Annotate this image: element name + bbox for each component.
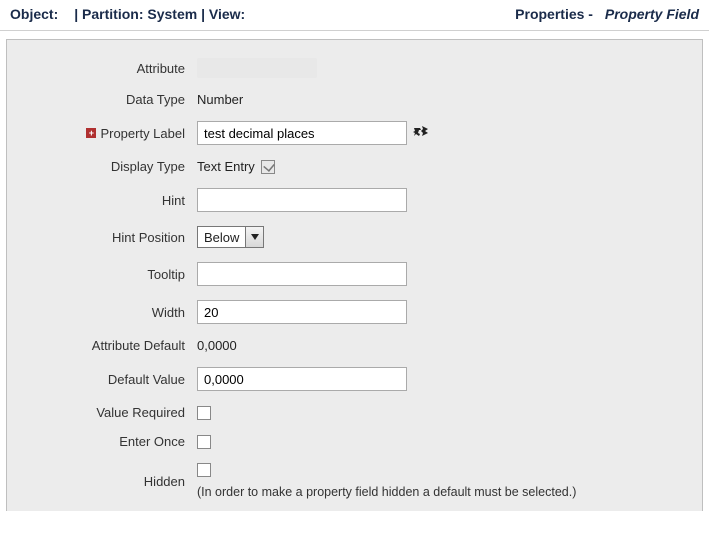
hint-input[interactable] <box>197 188 407 212</box>
display-type-label: Display Type <box>111 159 185 174</box>
hint-label: Hint <box>162 193 185 208</box>
tooltip-input[interactable] <box>197 262 407 286</box>
data-type-value: Number <box>197 92 243 107</box>
property-form-panel: Attribute Data Type Number + Property La… <box>6 39 703 511</box>
display-type-value: Text Entry <box>197 159 255 174</box>
property-label-label: Property Label <box>100 126 185 141</box>
required-icon: + <box>86 128 96 138</box>
translate-icon[interactable] <box>413 125 429 142</box>
value-required-checkbox[interactable] <box>197 406 211 420</box>
display-type-checkbox <box>261 160 275 174</box>
hint-position-label: Hint Position <box>112 230 185 245</box>
attribute-value <box>197 58 317 78</box>
property-label-input[interactable] <box>197 121 407 145</box>
default-value-label: Default Value <box>108 372 185 387</box>
hidden-label: Hidden <box>144 474 185 489</box>
breadcrumb-header: Object: | Partition: System | View: Prop… <box>0 0 709 31</box>
hidden-checkbox[interactable] <box>197 463 211 477</box>
object-label: Object: <box>10 6 58 22</box>
partition-view-label: | Partition: System | View: <box>74 6 245 22</box>
chevron-down-icon <box>245 227 263 247</box>
attribute-label: Attribute <box>137 61 185 76</box>
width-input[interactable] <box>197 300 407 324</box>
hidden-note: (In order to make a property field hidde… <box>197 485 576 499</box>
data-type-label: Data Type <box>126 92 185 107</box>
width-label: Width <box>152 305 185 320</box>
enter-once-label: Enter Once <box>119 434 185 449</box>
tooltip-label: Tooltip <box>147 267 185 282</box>
attribute-default-value: 0,0000 <box>197 338 237 353</box>
properties-subtitle: Property Field <box>605 6 699 22</box>
value-required-label: Value Required <box>96 405 185 420</box>
hint-position-select[interactable]: Below <box>197 226 264 248</box>
attribute-default-label: Attribute Default <box>92 338 185 353</box>
enter-once-checkbox[interactable] <box>197 435 211 449</box>
hint-position-value: Below <box>198 230 245 245</box>
properties-label: Properties - <box>515 6 593 22</box>
default-value-input[interactable] <box>197 367 407 391</box>
